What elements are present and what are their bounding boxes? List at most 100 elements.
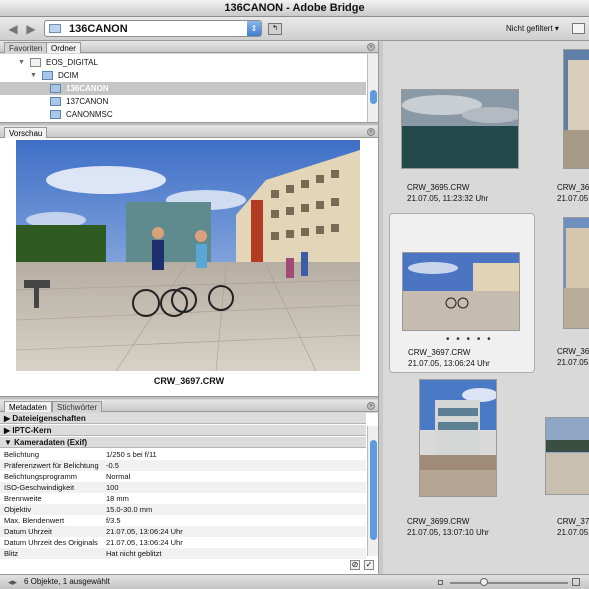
- filter-dropdown[interactable]: Nicht gefiltert ▾: [506, 24, 559, 33]
- thumbnail-image[interactable]: [401, 89, 519, 169]
- thumbnail-size-slider[interactable]: [450, 578, 568, 586]
- metadata-value: 1/250 s bei f/11: [106, 450, 157, 459]
- thumbnail-date: 21.07.05, 13:06:24 Uhr: [408, 359, 490, 368]
- metadata-key: Belichtungsprogramm: [4, 472, 77, 481]
- section-file-properties[interactable]: ▶ Dateieigenschaften: [0, 413, 366, 424]
- metadata-value: 21.07.05, 13:06:24 Uhr: [106, 527, 183, 536]
- preview-panel-tabs: Vorschau ›: [0, 126, 378, 138]
- scroll-thumb[interactable]: [370, 440, 377, 540]
- metadata-value: f/3.5: [106, 516, 121, 525]
- apply-edit-icon[interactable]: ✓: [364, 560, 374, 570]
- folder-tree: ▼ EOS_DIGITAL ▼ DCIM 136CANON 137CANON C…: [0, 54, 378, 122]
- thumbnail-date: 21.07.05, 13:06:1: [557, 194, 589, 203]
- tab-keywords[interactable]: Stichwörter: [52, 401, 103, 412]
- section-camera-exif[interactable]: ▼ Kameradaten (Exif): [0, 437, 366, 448]
- folder-panel-tabs: Favoriten Ordner ›: [0, 41, 378, 53]
- folder-label: EOS_DIGITAL: [46, 58, 98, 67]
- folder-item-137canon[interactable]: 137CANON: [0, 95, 366, 108]
- folder-path-dropdown[interactable]: 136CANON ⇕: [44, 20, 262, 37]
- slider-knob[interactable]: [479, 578, 488, 586]
- metadata-key: Blitz: [4, 549, 19, 558]
- panel-menu-icon[interactable]: ›: [367, 402, 375, 410]
- metadata-scrollbar[interactable]: [367, 426, 378, 556]
- tab-metadata[interactable]: Metadaten: [4, 401, 52, 412]
- parent-folder-icon[interactable]: ↰: [268, 23, 282, 35]
- section-iptc-core[interactable]: ▶ IPTC-Kern: [0, 425, 366, 436]
- preview-filename: CRW_3697.CRW: [153, 376, 225, 386]
- dropdown-arrows-icon[interactable]: ⇕: [247, 21, 261, 36]
- metadata-key: ISO-Geschwindigkeit: [4, 483, 75, 492]
- metadata-key: Präferenzwert für Belichtung: [4, 461, 99, 470]
- thumbnail-cell-selected[interactable]: • • • • • CRW_3697.CRW 21.07.05, 13:06:2…: [389, 213, 535, 373]
- section-title: IPTC-Kern: [12, 426, 52, 435]
- window-title: 136CANON - Adobe Bridge: [224, 2, 365, 14]
- metadata-row: Blitz Hat nicht geblitzt: [0, 548, 366, 559]
- tab-folders[interactable]: Ordner: [46, 42, 81, 53]
- panel-menu-icon[interactable]: ›: [367, 43, 375, 51]
- thumbnail-filename: CRW_3698.CRW: [557, 347, 589, 356]
- folder-item-eos-digital[interactable]: ▼ EOS_DIGITAL: [0, 56, 366, 69]
- expand-triangle-icon[interactable]: ▼: [30, 69, 37, 82]
- thumbnail-image[interactable]: [545, 417, 589, 495]
- thumbnail-filename: CRW_3695.CRW: [407, 183, 470, 192]
- cancel-edit-icon[interactable]: ⊘: [350, 560, 360, 570]
- thumbnail-image[interactable]: [402, 252, 520, 331]
- expand-triangle-icon[interactable]: ▼: [18, 56, 25, 69]
- metadata-value: 21.07.05, 13:06:24 Uhr: [106, 538, 183, 547]
- title-bar: 136CANON - Adobe Bridge: [0, 0, 589, 17]
- metadata-value: -0.5: [106, 461, 119, 470]
- back-arrow-icon[interactable]: ◀: [6, 22, 20, 36]
- thumbnail-filename: CRW_3696.CRW: [557, 183, 589, 192]
- metadata-key: Belichtung: [4, 450, 40, 459]
- folder-path-label: 136CANON: [69, 23, 128, 35]
- thumbnail-rating-dots[interactable]: • • • • •: [446, 334, 493, 345]
- thumbnail-filename: CRW_3700.CRW: [557, 517, 589, 526]
- metadata-value: Normal: [106, 472, 131, 481]
- metadata-row: Datum Uhrzeit 21.07.05, 13:06:24 Uhr: [0, 526, 366, 537]
- section-title: Kameradaten (Exif): [14, 438, 88, 447]
- folder-icon: [42, 71, 53, 80]
- metadata-row: Objektiv 15.0-30.0 mm: [0, 504, 366, 515]
- folder-item-dcim[interactable]: ▼ DCIM: [0, 69, 366, 82]
- metadata-key: Objektiv: [4, 505, 32, 514]
- thumbnail-filename: CRW_3697.CRW: [408, 348, 471, 357]
- folder-label: 136CANON: [66, 84, 109, 93]
- folder-icon: [50, 84, 61, 93]
- metadata-row: Brennweite 18 mm: [0, 493, 366, 504]
- metadata-row: ISO-Geschwindigkeit 100: [0, 482, 366, 493]
- thumbnail-cell[interactable]: CRW_3700.CRW 21.07.05, 13:07:1: [539, 377, 589, 537]
- large-thumb-icon[interactable]: [572, 578, 580, 586]
- metadata-row: Max. Blendenwert f/3.5: [0, 515, 366, 526]
- folder-scrollbar[interactable]: [367, 54, 378, 122]
- thumbnail-image[interactable]: [419, 379, 497, 497]
- small-thumb-icon[interactable]: [438, 580, 443, 585]
- folder-label: 137CANON: [66, 97, 109, 106]
- new-folder-icon[interactable]: [572, 23, 585, 34]
- thumbnail-cell[interactable]: CRW_3698.CRW 21.07.05, 13:06:2: [539, 213, 589, 373]
- metadata-row: Präferenzwert für Belichtung -0.5: [0, 460, 366, 471]
- panel-menu-icon[interactable]: ›: [367, 128, 375, 136]
- metadata-key: Datum Uhrzeit des Originals: [4, 538, 98, 547]
- forward-arrow-icon[interactable]: ▶: [24, 22, 38, 36]
- toolbar: ◀ ▶ 136CANON ⇕ ↰ Nicht gefiltert ▾: [0, 17, 589, 41]
- folder-item-136canon[interactable]: 136CANON: [0, 82, 366, 95]
- metadata-row: Datum Uhrzeit des Originals 21.07.05, 13:…: [0, 537, 366, 548]
- section-title: Dateieigenschaften: [12, 414, 86, 423]
- metadata-value: 15.0-30.0 mm: [106, 505, 153, 514]
- tab-preview[interactable]: Vorschau: [4, 127, 48, 138]
- folder-label: DCIM: [58, 71, 79, 80]
- thumbnail-date: 21.07.05, 13:07:10 Uhr: [407, 528, 489, 537]
- thumbnail-image[interactable]: [563, 217, 589, 329]
- status-text: 6 Objekte, 1 ausgewählt: [24, 577, 110, 586]
- filter-label: Nicht gefiltert: [506, 24, 553, 33]
- metadata-value: 18 mm: [106, 494, 129, 503]
- panel-splitter[interactable]: [0, 396, 378, 399]
- panel-splitter[interactable]: [0, 122, 378, 125]
- thumbnail-image[interactable]: [563, 49, 589, 169]
- thumbnail-date: 21.07.05, 13:06:2: [557, 358, 589, 367]
- tab-favorites[interactable]: Favoriten: [4, 42, 48, 53]
- toggle-panels-icon[interactable]: ◂▸: [8, 575, 17, 589]
- scroll-thumb[interactable]: [370, 90, 377, 104]
- thumbnail-cell[interactable]: CRW_3699.CRW 21.07.05, 13:07:10 Uhr: [389, 377, 535, 537]
- folder-item-canonmsc[interactable]: CANONMSC: [0, 108, 366, 121]
